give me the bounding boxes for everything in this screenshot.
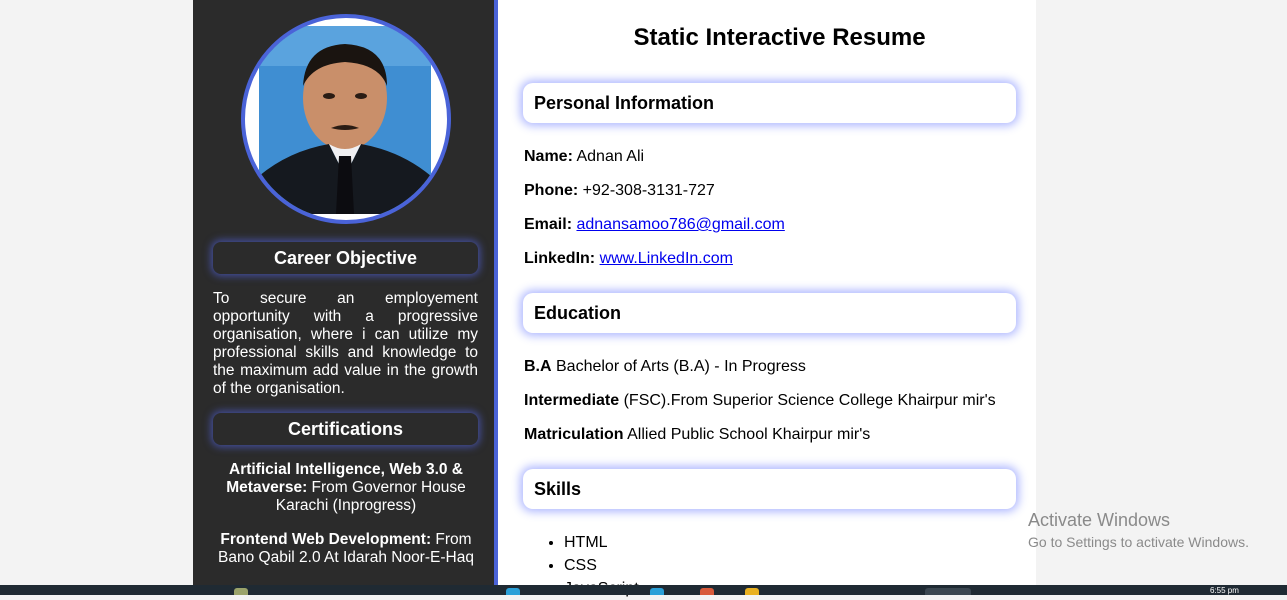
education-detail: Allied Public School Khairpur mir's [623, 426, 871, 443]
education-degree: Intermediate [524, 392, 620, 409]
profile-photo [241, 14, 451, 224]
taskbar-app-icon[interactable] [745, 588, 759, 595]
activate-windows-title: Activate Windows [1028, 510, 1171, 530]
resume-page: Career Objective To secure an employemen… [193, 0, 1036, 597]
page-title: Static Interactive Resume [633, 24, 926, 51]
name-field: Name: Adnan Ali [524, 148, 644, 166]
phone-value: +92-308-3131-727 [582, 182, 715, 199]
education-detail: Bachelor of Arts (B.A) - In Progress [551, 358, 806, 375]
certification-item: Frontend Web Development: From Bano Qabi… [211, 531, 481, 567]
taskbar-clock[interactable]: 6:55 pm [1210, 586, 1239, 595]
taskbar-app-icon[interactable] [506, 588, 520, 595]
name-value: Adnan Ali [576, 148, 645, 165]
taskbar [0, 585, 1287, 595]
education-degree: Matriculation [524, 426, 624, 443]
personal-information-heading: Personal Information [523, 83, 1016, 123]
certifications-heading: Certifications [213, 413, 478, 445]
taskbar-active-app-icon[interactable] [925, 588, 971, 595]
education-detail: (FSC).From Superior Science College Khai… [619, 392, 996, 409]
career-objective-text: To secure an employement opportunity wit… [213, 290, 478, 397]
sidebar: Career Objective To secure an employemen… [193, 0, 498, 585]
education-heading: Education [523, 293, 1016, 333]
phone-field: Phone: +92-308-3131-727 [524, 182, 715, 200]
certification-item: Artificial Intelligence, Web 3.0 & Metav… [211, 461, 481, 515]
skill-item: HTML [564, 531, 639, 554]
linkedin-label: LinkedIn: [524, 250, 596, 267]
email-field: Email: adnansamoo786@gmail.com [524, 216, 785, 234]
career-objective-heading: Career Objective [213, 242, 478, 274]
phone-label: Phone: [524, 182, 579, 199]
linkedin-link[interactable]: www.LinkedIn.com [600, 250, 733, 267]
activate-windows-subtitle: Go to Settings to activate Windows. [1028, 534, 1249, 550]
email-label: Email: [524, 216, 573, 233]
linkedin-field: LinkedIn: www.LinkedIn.com [524, 250, 733, 268]
profile-photo-image [259, 26, 431, 214]
taskbar-app-icon[interactable] [234, 588, 248, 595]
taskbar-app-icon[interactable] [650, 588, 664, 595]
education-item: Matriculation Allied Public School Khair… [524, 426, 870, 444]
skills-heading: Skills [523, 469, 1016, 509]
certification-title: Frontend Web Development: [220, 531, 432, 548]
taskbar-app-icon[interactable] [700, 588, 714, 595]
education-item: B.A Bachelor of Arts (B.A) - In Progress [524, 358, 806, 376]
name-label: Name: [524, 148, 573, 165]
skill-item: CSS [564, 554, 639, 577]
email-link[interactable]: adnansamoo786@gmail.com [576, 216, 784, 233]
education-item: Intermediate (FSC).From Superior Science… [524, 392, 996, 410]
education-degree: B.A [524, 358, 552, 375]
